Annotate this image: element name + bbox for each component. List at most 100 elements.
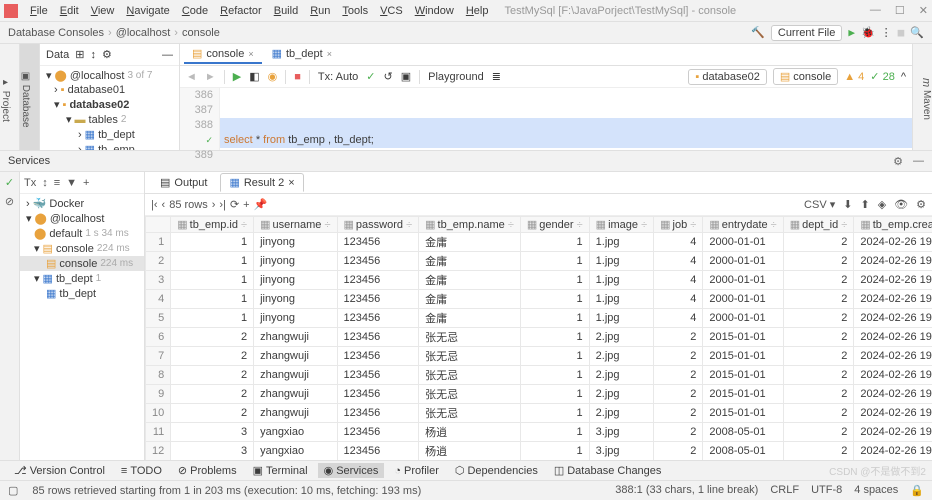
hide-icon[interactable]: — xyxy=(913,155,924,168)
table-row[interactable]: 51jinyong123456金庸11.jpg42000-01-0122024-… xyxy=(146,309,932,328)
menu-tools[interactable]: Tools xyxy=(336,5,374,17)
export-format[interactable]: CSV ▾ xyxy=(804,198,835,211)
menu-build[interactable]: Build xyxy=(268,5,304,17)
result-grid[interactable]: ▦tb_emp.id ÷▦username ÷▦password ÷▦tb_em… xyxy=(145,216,932,482)
build-icon[interactable]: 🔨 xyxy=(751,26,765,39)
table-row[interactable]: 113yangxiao123456杨逍13.jpg22008-05-012202… xyxy=(146,423,932,442)
tw-vcs[interactable]: ⎇Version Control xyxy=(8,463,111,478)
playground-selector[interactable]: Playground xyxy=(428,71,484,83)
lock-icon[interactable]: 🔒 xyxy=(910,484,924,497)
stop-icon[interactable]: ■ xyxy=(898,26,905,39)
warnings-badge[interactable]: ▲ 4 xyxy=(844,71,864,83)
download-icon[interactable]: ⬇ xyxy=(843,198,852,211)
commit-icon[interactable]: ✓ xyxy=(366,70,375,83)
tw-profiler[interactable]: ◔Profiler xyxy=(388,464,445,478)
project-tool-tab[interactable]: ▸ Project xyxy=(0,44,20,150)
table-row[interactable]: 123yangxiao123456杨逍13.jpg22008-05-012202… xyxy=(146,442,932,461)
gear-icon[interactable]: ⚙ xyxy=(893,155,903,168)
rows-counter[interactable]: 85 rows xyxy=(169,199,208,211)
tab-tb-dept[interactable]: ▦tb_dept× xyxy=(264,45,340,64)
view-mode-icon[interactable]: ◈ xyxy=(878,198,886,211)
tx-icon[interactable]: Tx xyxy=(24,177,36,189)
sort-icon[interactable]: ↕ xyxy=(42,177,48,189)
add-row-icon[interactable]: + xyxy=(243,199,249,211)
collapse-icon[interactable]: — xyxy=(162,49,173,61)
add-icon[interactable]: + xyxy=(83,177,89,189)
eye-icon[interactable]: 👁 xyxy=(894,198,908,211)
line-sep[interactable]: CRLF xyxy=(770,484,799,497)
filter-icon[interactable]: ▼ xyxy=(66,177,77,189)
table-row[interactable]: 82zhangwuji123456张无忌12.jpg22015-01-01220… xyxy=(146,366,932,385)
tick-icon[interactable]: ✓ xyxy=(5,176,14,189)
execute-icon[interactable]: ▶ xyxy=(233,70,241,83)
settings-icon[interactable]: ⚙ xyxy=(102,48,112,61)
caret-position[interactable]: 388:1 (33 chars, 1 line break) xyxy=(615,484,758,497)
table-row[interactable]: 11jinyong123456金庸11.jpg42000-01-0122024-… xyxy=(146,233,932,252)
table-row[interactable]: 62zhangwuji123456张无忌12.jpg22015-01-01220… xyxy=(146,328,932,347)
tw-dbchanges[interactable]: ◫Database Changes xyxy=(548,463,668,478)
database-tree[interactable]: ▾⬤@localhost 3 of 7 ›▪database01 ▾▪datab… xyxy=(40,66,179,150)
menu-edit[interactable]: Edit xyxy=(54,5,85,17)
inspections-icon[interactable]: ^ xyxy=(901,71,906,83)
menu-window[interactable]: Window xyxy=(409,5,460,17)
rollback-icon[interactable]: ↺ xyxy=(384,70,393,83)
debug-icon[interactable]: 🐞 xyxy=(861,26,875,39)
explain-plan-icon[interactable]: ◉ xyxy=(268,70,278,83)
tab-close-icon[interactable]: × xyxy=(327,49,332,59)
result-tab[interactable]: ▦Result 2× xyxy=(220,173,303,192)
last-page-icon[interactable]: ›| xyxy=(219,199,226,211)
run-icon[interactable]: ▶ xyxy=(848,26,855,39)
next-page-icon[interactable]: › xyxy=(212,199,216,211)
crumb[interactable]: Database Consoles xyxy=(8,27,104,39)
sql-editor[interactable]: 386387388✓ 389 select * from tb_emp , tb… xyxy=(180,88,912,150)
table-row[interactable]: 72zhangwuji123456张无忌12.jpg22015-01-01220… xyxy=(146,347,932,366)
stop-query-icon[interactable]: ■ xyxy=(294,71,301,83)
maven-tool-tab[interactable]: m Maven xyxy=(912,44,932,150)
fwd-icon[interactable]: ► xyxy=(205,71,216,83)
explain-icon[interactable]: ◧ xyxy=(249,70,259,83)
tw-problems[interactable]: ⊘Problems xyxy=(172,463,243,478)
services-tree[interactable]: ›🐳Docker ▾⬤@localhost ⬤default 1 s 34 ms… xyxy=(20,194,144,482)
more-run-icon[interactable]: ⋮ xyxy=(881,26,892,39)
tab-console[interactable]: ▤console× xyxy=(184,45,262,64)
maximize-icon[interactable]: ☐ xyxy=(895,4,905,17)
output-tab[interactable]: ▤Output xyxy=(151,173,216,192)
minimize-icon[interactable]: — xyxy=(870,4,881,17)
first-page-icon[interactable]: |‹ xyxy=(151,199,158,211)
menu-run[interactable]: Run xyxy=(304,5,336,17)
table-row[interactable]: 21jinyong123456金庸11.jpg42000-01-0122024-… xyxy=(146,252,932,271)
view-icon[interactable]: ≣ xyxy=(492,70,501,83)
sort-icon[interactable]: ↕ xyxy=(90,49,96,61)
prev-page-icon[interactable]: ‹ xyxy=(162,199,166,211)
menu-file[interactable]: File xyxy=(24,5,54,17)
expand-icon[interactable]: ≡ xyxy=(54,177,60,189)
table-row[interactable]: 102zhangwuji123456张无忌12.jpg22015-01-0122… xyxy=(146,404,932,423)
pin-icon[interactable]: 📌 xyxy=(254,198,268,211)
menu-refactor[interactable]: Refactor xyxy=(214,5,268,17)
upload-icon[interactable]: ⬆ xyxy=(860,198,869,211)
settings-icon[interactable]: ⚙ xyxy=(916,198,926,211)
menu-code[interactable]: Code xyxy=(176,5,214,17)
tw-terminal[interactable]: ▣Terminal xyxy=(247,463,314,478)
isolation-icon[interactable]: ▣ xyxy=(401,70,411,83)
table-row[interactable]: 41jinyong123456金庸11.jpg42000-01-0122024-… xyxy=(146,290,932,309)
database-tool-tab[interactable]: ▣ Database xyxy=(20,44,40,150)
tool-window-icon[interactable]: ▢ xyxy=(8,484,18,497)
encoding[interactable]: UTF-8 xyxy=(811,484,842,497)
menu-navigate[interactable]: Navigate xyxy=(120,5,175,17)
menu-view[interactable]: View xyxy=(85,5,121,17)
success-badge[interactable]: ✓ 28 xyxy=(870,70,895,83)
table-row[interactable]: 31jinyong123456金庸11.jpg42000-01-0122024-… xyxy=(146,271,932,290)
tw-deps[interactable]: ⬡Dependencies xyxy=(449,463,544,478)
tw-services[interactable]: ◉Services xyxy=(318,463,385,478)
tx-mode[interactable]: Tx: Auto xyxy=(318,71,358,83)
menu-help[interactable]: Help xyxy=(460,5,495,17)
close-icon[interactable]: ✕ xyxy=(919,4,928,17)
filter-icon[interactable]: ⊘ xyxy=(5,195,14,208)
back-icon[interactable]: ◄ xyxy=(186,71,197,83)
tab-close-icon[interactable]: × xyxy=(248,49,253,59)
menu-vcs[interactable]: VCS xyxy=(374,5,409,17)
crumb[interactable]: console xyxy=(182,27,220,39)
crumb[interactable]: @localhost xyxy=(116,27,171,39)
indent[interactable]: 4 spaces xyxy=(854,484,898,497)
